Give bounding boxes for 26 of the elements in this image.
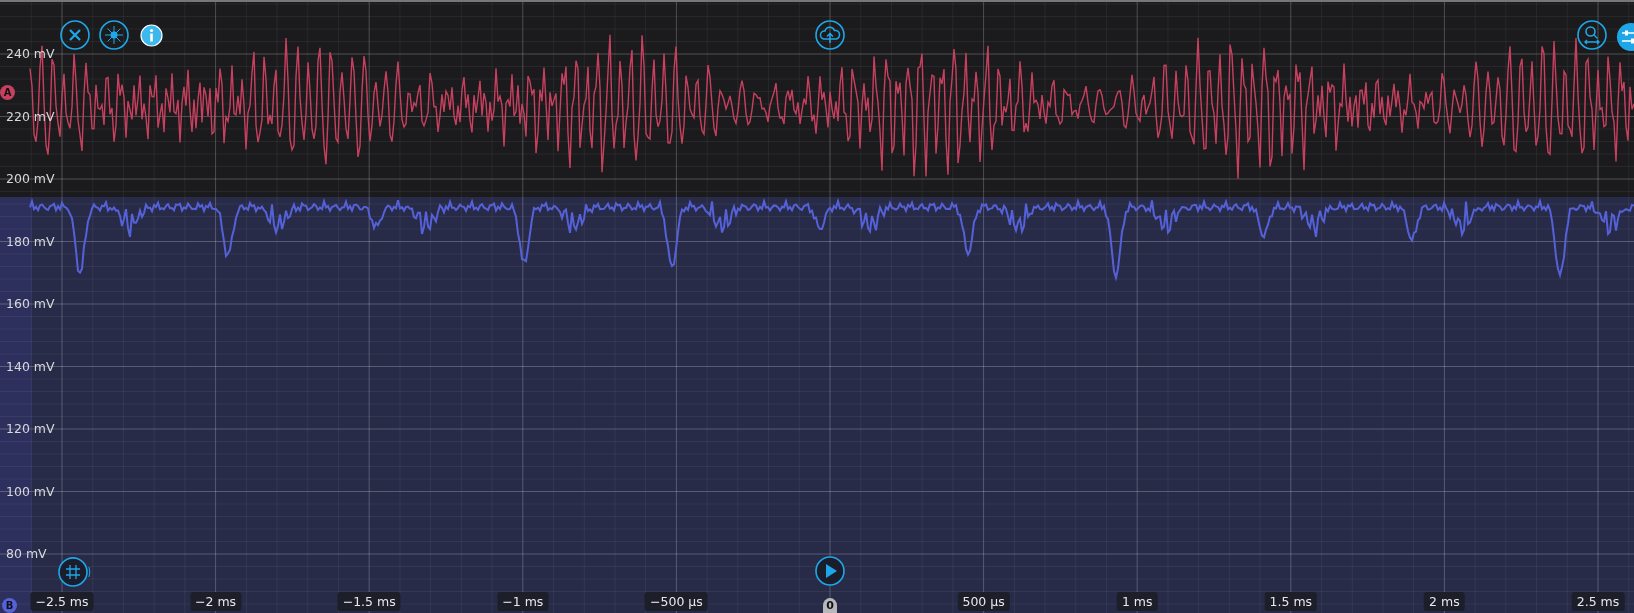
x-axis-label: 2.5 ms — [1571, 592, 1625, 611]
trigger-marker[interactable]: 0 — [823, 598, 837, 613]
x-axis-label: −1 ms — [497, 592, 549, 611]
zoom-icon[interactable] — [1577, 20, 1607, 50]
y-axis-label: 180 mV — [6, 233, 55, 249]
x-axis-label: 2 ms — [1424, 592, 1465, 611]
y-axis-label: 120 mV — [6, 421, 55, 436]
y-axis-label: 100 mV — [6, 483, 55, 499]
x-axis-label: −2 ms — [190, 592, 242, 611]
play-icon[interactable] — [815, 556, 845, 586]
y-axis-label: 80 mV — [6, 546, 47, 561]
x-axis-label: 1 ms — [1116, 592, 1158, 611]
info-icon[interactable] — [140, 24, 163, 47]
y-axis-label: 160 mV — [6, 296, 55, 311]
close-icon[interactable] — [60, 20, 90, 50]
x-axis-label: 1.5 ms — [1264, 592, 1318, 611]
x-axis-label: −2.5 ms — [30, 592, 94, 611]
settings-icon[interactable] — [1616, 22, 1634, 52]
cloud-upload-icon[interactable] — [815, 20, 845, 50]
x-axis-label: −500 µs — [645, 592, 708, 611]
y-axis-label: 200 mV — [6, 171, 55, 186]
x-axis-label: −1.5 ms — [337, 592, 401, 611]
x-axis-label: 500 µs — [957, 592, 1010, 611]
grid-icon[interactable] — [58, 555, 92, 587]
light-burst-icon[interactable] — [99, 20, 129, 50]
y-axis-label: 140 mV — [6, 358, 55, 374]
